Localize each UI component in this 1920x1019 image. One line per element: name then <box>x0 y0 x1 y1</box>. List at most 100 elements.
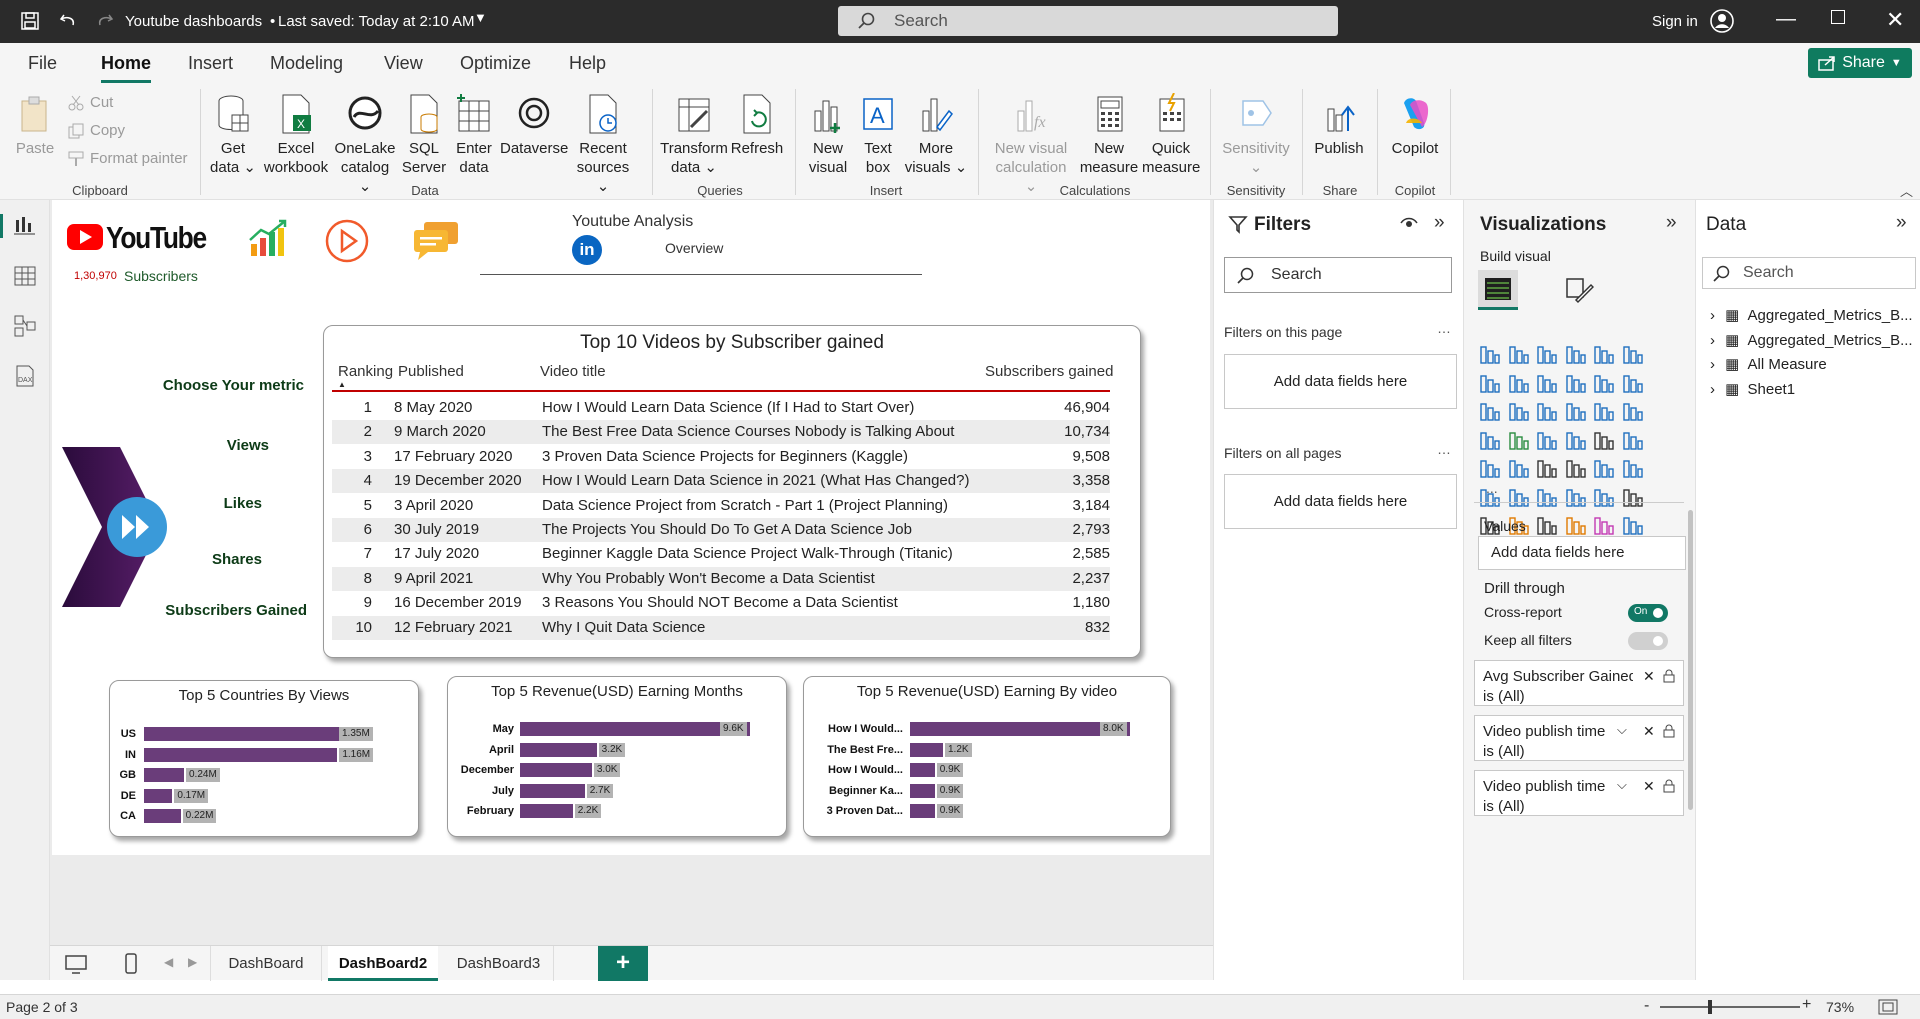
chevron-down-icon[interactable]: ⌵ <box>1617 775 1627 795</box>
keep-all-filters-toggle[interactable] <box>1628 632 1668 650</box>
linkedin-icon[interactable]: in <box>572 235 602 265</box>
page-tab-dashboard3[interactable]: DashBoard3 <box>444 946 554 981</box>
values-drop-zone[interactable]: Add data fields here <box>1478 536 1686 570</box>
more-options-icon[interactable]: … <box>1437 320 1451 336</box>
tab-modeling[interactable]: Modeling <box>270 53 343 74</box>
redo-icon[interactable] <box>95 11 115 31</box>
publish-button[interactable]: Publish <box>1312 93 1366 158</box>
bar[interactable] <box>910 763 935 777</box>
data-table-item[interactable]: › ▦ All Measure <box>1710 355 1827 373</box>
prev-page-icon[interactable]: ◀ <box>164 955 173 969</box>
100-column-icon[interactable] <box>1621 343 1645 367</box>
multi-card-icon[interactable] <box>1478 457 1502 481</box>
cross-report-toggle[interactable]: On <box>1628 604 1668 622</box>
collapse-filters-icon[interactable]: » <box>1434 212 1445 234</box>
column-header-published[interactable]: Published <box>398 363 464 380</box>
table-row[interactable]: 8 9 April 2021 Why You Probably Won't Beco… <box>332 566 1110 591</box>
bar[interactable] <box>144 747 338 762</box>
format-painter-icon[interactable] <box>68 151 84 167</box>
data-table-item[interactable]: › ▦ Aggregated_Metrics_B... <box>1710 331 1913 349</box>
line-clustered-icon[interactable] <box>1621 372 1645 396</box>
bar[interactable] <box>144 809 181 823</box>
dataverse-button[interactable]: Dataverse <box>500 93 568 158</box>
data-table-item[interactable]: › ▦ Aggregated_Metrics_B... <box>1710 306 1913 324</box>
tab-home[interactable]: Home <box>101 53 152 83</box>
filters-all-pages-drop-zone[interactable]: Add data fields here <box>1224 474 1457 529</box>
onelake-catalog-button[interactable]: OneLake catalog ⌄ <box>334 93 396 196</box>
minimize-button[interactable]: — <box>1776 8 1796 31</box>
table-row[interactable]: 3 17 February 2020 3 Proven Data Science P… <box>332 445 1110 469</box>
zoom-in-button[interactable]: + <box>1802 996 1811 1014</box>
line-column-icon[interactable] <box>1592 372 1616 396</box>
copy-icon[interactable] <box>68 123 84 139</box>
bar[interactable] <box>520 804 573 818</box>
dax-query-view-icon[interactable]: DAX <box>13 364 37 388</box>
clustered-bar-icon[interactable] <box>1535 343 1559 367</box>
smart-narrative-icon[interactable] <box>1592 486 1616 510</box>
column-header-ranking[interactable]: Ranking <box>338 363 393 380</box>
table-view-icon[interactable] <box>13 264 37 288</box>
chevron-navigation-icon[interactable] <box>60 442 170 612</box>
slicer-icon[interactable] <box>1535 457 1559 481</box>
share-button[interactable]: Share ▼ <box>1808 48 1912 78</box>
waterfall-icon[interactable] <box>1507 400 1531 424</box>
remove-field-icon[interactable]: ✕ <box>1643 666 1655 686</box>
metrics-icon[interactable] <box>1621 486 1645 510</box>
new-visual-button[interactable]: New visual <box>806 93 850 177</box>
save-icon[interactable] <box>20 11 40 31</box>
lock-icon[interactable] <box>1663 724 1675 738</box>
new-visual-calculation-button[interactable]: fx New visual calculation ⌄ <box>988 93 1074 196</box>
collapse-data-icon[interactable]: » <box>1896 212 1907 234</box>
bar[interactable] <box>910 804 935 818</box>
chevron-down-icon[interactable]: ⌵ <box>1617 720 1627 740</box>
bar[interactable] <box>144 727 369 741</box>
chevron-down-icon[interactable]: ▼ <box>474 10 487 25</box>
model-view-icon[interactable] <box>13 314 37 338</box>
sensitivity-button[interactable]: Sensitivity ⌄ <box>1220 93 1292 177</box>
azure-map-icon[interactable] <box>1564 429 1588 453</box>
matrix-icon[interactable] <box>1592 457 1616 481</box>
stacked-area-icon[interactable] <box>1535 372 1559 396</box>
paste-button[interactable]: Paste <box>12 93 58 158</box>
clustered-column-icon[interactable] <box>1564 343 1588 367</box>
copy-button[interactable]: Copy <box>90 122 125 139</box>
table-row[interactable]: 6 30 July 2019 The Projects You Should Do … <box>332 518 1110 542</box>
table-icon[interactable] <box>1564 457 1588 481</box>
stacked-column-icon[interactable] <box>1507 343 1531 367</box>
close-button[interactable]: ✕ <box>1886 7 1904 33</box>
filters-page-drop-zone[interactable]: Add data fields here <box>1224 354 1457 409</box>
filters-search-input[interactable]: Search <box>1224 257 1452 293</box>
get-data-button[interactable]: Get data ⌄ <box>208 93 258 177</box>
collapse-ribbon-icon[interactable]: ︿ <box>1900 181 1913 200</box>
drillthrough-field-publish-time[interactable]: Video publish time is (All) ⌵ ✕ <box>1474 715 1684 761</box>
data-table-item[interactable]: › ▦ Sheet1 <box>1710 380 1795 398</box>
filled-map-icon[interactable] <box>1535 429 1559 453</box>
more-visuals-icon[interactable] <box>1621 514 1645 538</box>
key-influencers-icon[interactable] <box>1507 486 1531 510</box>
pie-icon[interactable] <box>1592 400 1616 424</box>
sign-in-link[interactable]: Sign in <box>1652 13 1698 30</box>
remove-field-icon[interactable]: ✕ <box>1643 721 1655 741</box>
remove-field-icon[interactable]: ✕ <box>1643 776 1655 796</box>
qa-icon[interactable] <box>1564 486 1588 510</box>
table-row[interactable]: 7 17 July 2020 Beginner Kaggle Data Scienc… <box>332 542 1110 566</box>
table-row[interactable]: 29 March 2020 The Best Free Data Science … <box>332 420 1110 445</box>
zoom-slider[interactable] <box>1660 1006 1800 1008</box>
undo-icon[interactable] <box>58 11 78 31</box>
bar[interactable] <box>910 742 943 757</box>
zoom-slider-thumb[interactable] <box>1708 1000 1712 1014</box>
add-page-button[interactable]: + <box>598 946 648 981</box>
ribbon-icon[interactable] <box>1478 400 1502 424</box>
100-bar-icon[interactable] <box>1592 343 1616 367</box>
more-visuals-button[interactable]: More visuals ⌄ <box>904 93 968 177</box>
mobile-layout-icon[interactable] <box>124 953 138 975</box>
powerapps2-icon[interactable] <box>1592 514 1616 538</box>
expand-chevron-icon[interactable]: › <box>1710 381 1719 398</box>
column-header-video-title[interactable]: Video title <box>540 363 606 380</box>
zoom-out-button[interactable]: - <box>1644 997 1649 1015</box>
tab-insert[interactable]: Insert <box>188 53 233 74</box>
excel-workbook-button[interactable]: X Excel workbook <box>262 93 330 177</box>
cut-icon[interactable] <box>68 95 84 111</box>
stacked-bar-icon[interactable] <box>1478 343 1502 367</box>
global-search[interactable]: Search <box>838 6 1338 36</box>
